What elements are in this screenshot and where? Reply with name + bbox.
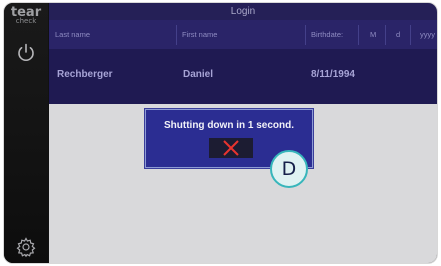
column-header-birthdate: Birthdate: xyxy=(311,30,344,39)
column-header-month: M xyxy=(370,30,377,39)
column-divider xyxy=(358,25,359,45)
column-header-first-name: First name xyxy=(182,30,218,39)
gear-icon[interactable] xyxy=(14,235,38,259)
column-divider xyxy=(305,25,306,45)
cell-first-name: Daniel xyxy=(183,69,214,80)
annotation-marker: D xyxy=(270,150,308,188)
app-logo: tear check xyxy=(9,6,43,25)
column-divider xyxy=(385,25,386,45)
power-icon[interactable] xyxy=(14,41,38,65)
app-window: tear check Login Last name First name Bi… xyxy=(4,3,437,263)
column-header-last-name: Last name xyxy=(55,30,91,39)
column-divider xyxy=(176,25,177,45)
cell-last-name: Rechberger xyxy=(57,69,113,80)
dialog-message: Shutting down in 1 second. xyxy=(164,120,294,131)
page-title: Login xyxy=(49,3,437,20)
sidebar: tear check xyxy=(4,3,48,263)
column-divider xyxy=(410,25,411,45)
cell-birthdate: 8/11/1994 xyxy=(311,69,355,80)
column-header-year: yyyy xyxy=(420,30,435,39)
table-row[interactable]: Rechberger Daniel 8/11/1994 xyxy=(49,49,437,104)
close-button[interactable] xyxy=(209,138,253,158)
column-header-day: d xyxy=(396,30,401,39)
close-icon xyxy=(223,140,239,156)
table-header: Last name First name Birthdate: M d yyyy xyxy=(49,20,437,49)
